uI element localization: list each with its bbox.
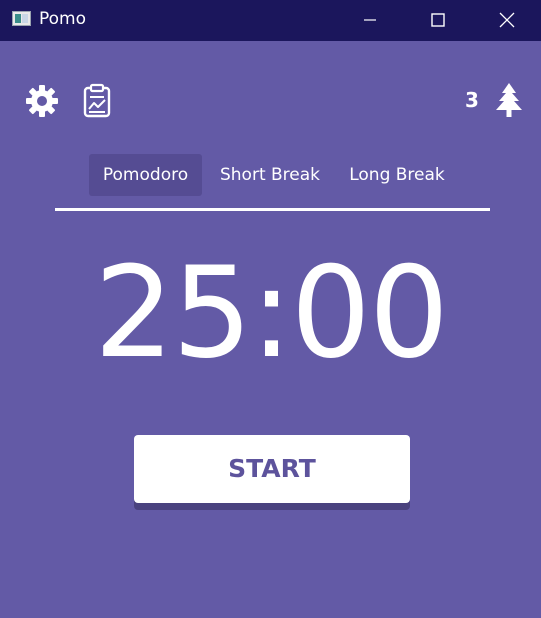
minimize-icon [364,19,376,21]
tab-short-break[interactable]: Short Break [218,154,322,196]
tree-icon [496,83,522,117]
completed-count: 3 [465,88,479,112]
timer-display: 25:00 [93,239,449,386]
title-bar: Pomo [0,0,541,41]
maximize-icon [431,13,445,27]
gear-icon[interactable] [24,83,60,119]
clipboard-chart-icon[interactable] [79,83,115,119]
start-button[interactable]: START [134,435,410,503]
mode-tabs: Pomodoro Short Break Long Break [56,154,489,196]
close-button[interactable] [473,0,541,41]
window-title: Pomo [39,9,87,29]
app-window: Pomo 3 Pomodoro Short Break Long Break 2… [0,0,541,618]
tabs-divider [55,208,490,211]
app-icon [12,11,31,26]
close-icon [499,12,515,28]
tab-pomodoro[interactable]: Pomodoro [89,154,202,196]
tab-long-break[interactable]: Long Break [344,154,450,196]
minimize-button[interactable] [336,0,406,41]
maximize-button[interactable] [404,0,474,41]
